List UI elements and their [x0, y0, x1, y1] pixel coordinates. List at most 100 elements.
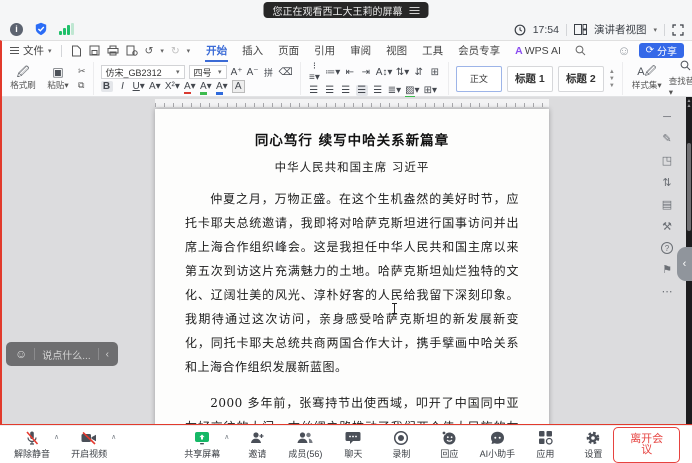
new-doc-icon[interactable] — [71, 45, 82, 57]
view-mode-chevron-icon[interactable]: ▾ — [653, 26, 657, 34]
shrink-font-button[interactable]: A⁻ — [247, 67, 259, 78]
quickbar-more-chevron-icon[interactable]: ▾ — [187, 47, 191, 55]
align-left-button[interactable]: ☰ — [308, 85, 320, 96]
document-page[interactable]: 同心笃行 续写中哈关系新篇章 中华人民共和国主席 习近平 仲夏之月，万物正盛。在… — [155, 109, 549, 424]
reaction-button[interactable]: 回应 — [429, 429, 469, 460]
copy-icon[interactable]: ⧉ — [78, 80, 86, 91]
sidebar-collapse-tab[interactable]: ‹ — [677, 247, 692, 281]
char-shading-button[interactable]: A — [232, 81, 245, 92]
find-replace-button[interactable]: 查找替换▾ — [669, 60, 692, 98]
scroll-top-icon[interactable]: ▲▲ — [686, 99, 692, 109]
text-direction-button[interactable]: A↕▾ — [376, 67, 392, 78]
tab-page[interactable]: 页面 — [277, 41, 300, 60]
meeting-info-icon[interactable]: i — [10, 23, 23, 36]
chat-quick-bar[interactable]: ☺ 说点什么... ‹ — [6, 342, 118, 366]
paragraph-layout-button[interactable]: ≣▾ — [388, 85, 401, 96]
decrease-indent-button[interactable]: ⇤ — [344, 67, 356, 78]
record-button[interactable]: 录制 — [381, 429, 421, 460]
chat-button[interactable]: 聊天 — [333, 429, 373, 460]
members-button[interactable]: 成员(56) — [285, 429, 325, 460]
superscript-button[interactable]: X²▾ — [165, 81, 180, 92]
print-preview-icon[interactable] — [126, 45, 138, 56]
chat-input-placeholder[interactable]: 说点什么... — [42, 347, 90, 362]
underline-button[interactable]: U▾ — [133, 81, 145, 92]
format-painter-button[interactable]: 🖉 格式刷 — [8, 66, 38, 91]
security-shield-icon[interactable] — [34, 22, 48, 36]
tab-wps-ai[interactable]: AWPS AI — [514, 43, 562, 59]
invite-button[interactable]: 邀请 — [237, 429, 277, 460]
image-tool-icon[interactable]: ▤ — [662, 198, 672, 211]
emoji-icon[interactable]: ☺ — [15, 347, 27, 361]
leave-meeting-button[interactable]: 离开会议 — [613, 427, 680, 463]
view-mode-label[interactable]: 演讲者视图 — [594, 22, 647, 37]
phonetic-guide-button[interactable]: 拼 — [263, 66, 275, 79]
tab-insert[interactable]: 插入 — [241, 41, 264, 60]
doc-share-button[interactable]: ⟳ 分享 — [639, 43, 684, 58]
clear-format-icon[interactable]: ⌫ — [279, 67, 293, 78]
italic-button[interactable]: I — [117, 81, 129, 92]
distribute-button[interactable]: ☰ — [372, 85, 384, 96]
shading-button[interactable]: ▨▾ — [405, 85, 419, 96]
number-list-button[interactable]: ≔▾ — [325, 67, 340, 78]
tab-view[interactable]: 视图 — [385, 41, 408, 60]
chat-collapse-icon[interactable]: ‹ — [106, 349, 109, 360]
font-name-select[interactable]: 仿宋_GB2312▾ — [101, 65, 185, 79]
annotate-pen-icon[interactable]: ✎ — [662, 132, 671, 145]
bold-button[interactable]: B — [101, 81, 113, 92]
select-region-icon[interactable]: ◳ — [662, 154, 672, 167]
increase-indent-button[interactable]: ⇥ — [360, 67, 372, 78]
bullet-list-button[interactable]: ⁝≡▾ — [308, 61, 322, 83]
apps-button[interactable]: 应用 — [525, 429, 565, 460]
start-video-button[interactable]: 开启视频 — [69, 429, 109, 460]
redo-icon[interactable]: ↻ — [171, 45, 180, 57]
align-right-button[interactable]: ☰ — [340, 85, 352, 96]
style-normal[interactable]: 正文 — [456, 66, 502, 92]
border-button[interactable]: ⊞▾ — [424, 85, 437, 96]
horizontal-ruler[interactable] — [155, 99, 549, 107]
mic-options-chevron-icon[interactable]: ∧ — [54, 433, 59, 441]
search-command-icon[interactable] — [575, 45, 586, 56]
feedback-smiley-icon[interactable]: ☺ — [617, 43, 630, 58]
sort-button[interactable]: ⇵ — [413, 67, 425, 78]
undo-icon[interactable]: ↺ — [145, 45, 154, 57]
feedback-flag-icon[interactable]: ⚑ — [662, 263, 672, 276]
undo-chevron-icon[interactable]: ▾ — [160, 47, 164, 55]
style-set-button[interactable]: A🖉 样式集▾ — [630, 66, 664, 91]
cut-icon[interactable]: ✂ — [78, 66, 86, 77]
file-menu[interactable]: 文件 ▾ — [10, 43, 52, 58]
paste-button[interactable]: ▣ 粘贴▾ — [43, 66, 73, 91]
styles-gallery-scroll[interactable]: ▲▼▼ — [609, 69, 615, 89]
help-icon[interactable]: ? — [661, 242, 673, 254]
toolbox-icon[interactable]: ⚒ — [662, 220, 672, 233]
text-effects-button[interactable]: A▾ — [184, 81, 196, 92]
share-screen-button[interactable]: 共享屏幕 — [182, 429, 222, 460]
tab-home[interactable]: 开始 — [205, 41, 228, 60]
settings-button[interactable]: 设置 — [573, 429, 613, 460]
tab-member[interactable]: 会员专享 — [457, 41, 501, 60]
print-icon[interactable] — [107, 45, 119, 56]
char-border-button[interactable]: A▾ — [149, 81, 161, 92]
fullscreen-icon[interactable] — [672, 24, 684, 36]
video-options-chevron-icon[interactable]: ∧ — [111, 433, 116, 441]
style-heading1[interactable]: 标题 1 — [507, 66, 553, 92]
highlight-color-button[interactable]: A▾ — [200, 81, 212, 92]
scrollbar-thumb[interactable] — [687, 143, 691, 231]
banner-menu-icon[interactable] — [410, 5, 420, 16]
align-center-button[interactable]: ☰ — [324, 85, 336, 96]
tab-tools[interactable]: 工具 — [421, 41, 444, 60]
save-icon[interactable] — [89, 45, 100, 56]
align-justify-button[interactable]: ☰ — [356, 85, 368, 96]
style-heading2[interactable]: 标题 2 — [558, 66, 604, 92]
unmute-button[interactable]: 解除静音 — [12, 429, 52, 460]
more-tools-icon[interactable]: ⋯ — [662, 285, 673, 298]
share-tool-icon[interactable]: ⇅ — [662, 176, 671, 189]
grow-font-button[interactable]: A⁺ — [231, 67, 243, 78]
tab-review[interactable]: 审阅 — [349, 41, 372, 60]
ai-assistant-button[interactable]: AI小助手 — [477, 429, 517, 460]
line-spacing-button[interactable]: ⇅▾ — [396, 67, 409, 78]
font-size-select[interactable]: 四号▾ — [189, 65, 227, 79]
show-marks-button[interactable]: ⊞ — [429, 67, 441, 78]
sidetool-collapse-icon[interactable]: ─ — [663, 111, 671, 123]
tab-reference[interactable]: 引用 — [313, 41, 336, 60]
share-options-chevron-icon[interactable]: ∧ — [224, 433, 229, 441]
